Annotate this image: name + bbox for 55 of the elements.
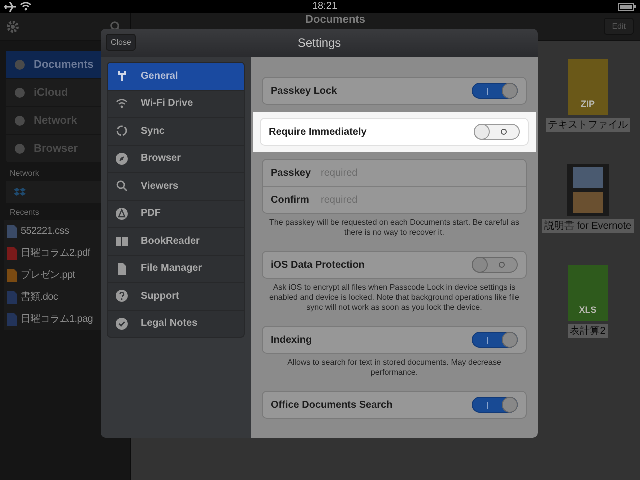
toggle-switch[interactable] — [472, 257, 518, 273]
setting-label: iOS Data Protection — [271, 260, 365, 270]
settings-nav-item[interactable]: Support — [108, 283, 244, 310]
settings-nav-item[interactable]: Viewers — [108, 173, 244, 200]
file-icon — [7, 246, 17, 260]
close-button[interactable]: Close — [106, 34, 136, 51]
document-icon — [116, 262, 128, 275]
dialog-title: Settings — [298, 36, 342, 50]
sync-icon — [116, 125, 128, 138]
settings-nav-item[interactable]: Wi-Fi Drive — [108, 90, 244, 118]
film-strip-icon[interactable] — [566, 164, 609, 216]
spreadsheet-file-icon[interactable]: XLS — [568, 265, 608, 321]
zip-file-icon[interactable]: ZIP — [568, 59, 608, 115]
settings-nav-item[interactable]: General — [108, 63, 244, 90]
file-name: 説明書 for Evernote — [542, 219, 634, 233]
setting-label: Require Immediately — [269, 126, 367, 138]
field-label: Passkey — [271, 168, 311, 178]
setting-description: Allows to search for text in stored documents. May decrease performance. — [286, 358, 502, 378]
setting-description: Ask iOS to encrypt all files when Passcode Lock in device settings is enabled and device is locked. Note that background operations like file sync will not work as soon as you lock the device. — [268, 283, 520, 313]
box-icon — [14, 187, 26, 197]
toggle-switch[interactable] — [472, 397, 518, 413]
toggle-switch[interactable] — [472, 332, 518, 348]
pdf-icon — [116, 208, 128, 220]
file-icon — [7, 290, 17, 304]
question-icon — [116, 290, 128, 302]
setting-label: Indexing — [271, 334, 312, 346]
setting-label: Passkey Lock — [271, 86, 338, 96]
setting-label: Office Documents Search — [271, 400, 393, 410]
wrench-icon — [116, 70, 128, 82]
toggle-switch[interactable] — [472, 83, 518, 99]
setting-description: The passkey will be requested on each Documents start. Be careful as there is no way to recover it. — [268, 218, 520, 238]
file-icon — [7, 312, 17, 326]
section-title: Network — [10, 169, 40, 178]
page-title: Documents — [306, 14, 366, 26]
section-title: Recents — [10, 208, 40, 217]
airplane-icon — [4, 2, 16, 12]
wifi-icon — [116, 98, 128, 110]
file-icon — [7, 268, 17, 282]
book-icon — [116, 235, 128, 248]
checkmark-icon — [116, 318, 128, 330]
toggle-switch[interactable] — [474, 124, 520, 140]
settings-icon[interactable] — [6, 20, 20, 34]
settings-nav-item[interactable]: PDF — [108, 200, 244, 228]
settings-nav-item[interactable]: Browser — [108, 146, 244, 173]
settings-nav-item[interactable]: File Manager — [108, 256, 244, 283]
battery-icon — [618, 2, 636, 10]
wifi-signal-icon — [20, 2, 32, 11]
status-time: 18:21 — [311, 1, 339, 12]
field-label: Confirm — [271, 194, 310, 206]
file-icon — [7, 224, 17, 238]
file-name: テキストファイル — [546, 118, 630, 132]
file-name: 表計算2 — [568, 324, 608, 338]
settings-nav-item[interactable]: Sync — [108, 118, 244, 146]
settings-nav-item[interactable]: BookReader — [108, 228, 244, 256]
search-icon — [116, 180, 128, 192]
